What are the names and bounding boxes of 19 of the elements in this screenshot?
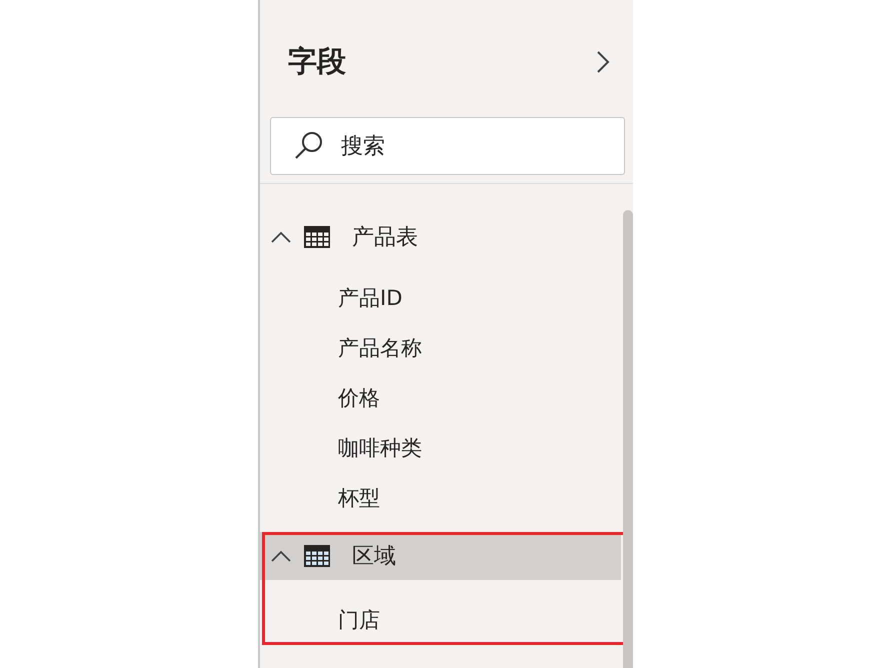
table-icon (304, 226, 330, 248)
field-item[interactable]: 咖啡种类 (338, 434, 422, 462)
field-item[interactable]: 价格 (338, 384, 380, 412)
table-header[interactable]: 产品表 (260, 213, 621, 261)
search-field[interactable]: 搜索 (270, 117, 625, 175)
table-icon (304, 545, 330, 567)
caret-icon[interactable] (270, 548, 292, 564)
scrollbar[interactable] (623, 210, 633, 668)
field-item[interactable]: 产品ID (338, 284, 402, 312)
field-item[interactable]: 产品名称 (338, 334, 422, 362)
field-item[interactable]: 门店 (338, 606, 380, 634)
chevron-right-icon[interactable] (595, 49, 611, 75)
field-item[interactable]: 杯型 (338, 484, 380, 512)
pane-title: 字段 (288, 43, 346, 80)
search-input[interactable]: 搜索 (339, 132, 583, 160)
table-header[interactable]: 区域 (260, 532, 621, 580)
table-name: 产品表 (352, 224, 418, 252)
table-name: 区域 (352, 543, 396, 571)
caret-icon[interactable] (270, 229, 292, 245)
